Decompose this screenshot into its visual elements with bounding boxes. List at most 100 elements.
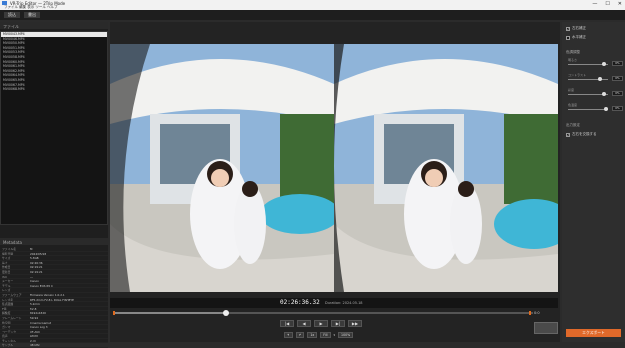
video-preview[interactable] — [110, 44, 558, 292]
slider-thumb[interactable] — [604, 107, 609, 111]
slider-thumb[interactable] — [602, 92, 607, 96]
metadata-value: Firmware Version 1.0.2.1 — [30, 292, 65, 297]
slider-value[interactable]: 0% — [612, 106, 623, 111]
viewer: 02:26:36.32 Duration: 2024.05.18 0:0 |◀ … — [110, 22, 560, 342]
check-lr-correction[interactable]: ✓ 左右補正 — [566, 26, 586, 31]
metadata-key: ガンマ — [2, 325, 11, 329]
metadata-value: Cinema Gamut — [30, 320, 52, 325]
metadata-value: Canon — [30, 279, 39, 283]
section-output: 出力設定 — [566, 123, 580, 127]
mini-preview[interactable] — [534, 322, 558, 334]
slider-track[interactable] — [568, 77, 608, 81]
adjust-slider[interactable]: 彩度 0% — [568, 88, 623, 96]
metadata-key: 解像度 — [2, 311, 11, 315]
toolbar: 読込 書出 — [0, 10, 625, 20]
metadata-value: 48 kHz — [30, 343, 40, 348]
checkbox-icon[interactable] — [566, 35, 570, 40]
fit-select[interactable]: Fill — [320, 332, 331, 338]
adjust-slider[interactable]: 明るさ 0% — [568, 58, 623, 66]
fast-forward-button[interactable]: ▶▶ — [348, 320, 362, 327]
metadata-key: フレームレート — [2, 315, 22, 320]
metadata-value: 5.3GB — [30, 256, 39, 260]
slider-value[interactable]: 0% — [612, 91, 623, 96]
metadata-key: 長さ — [2, 260, 8, 265]
check-level-label: 水平補正 — [572, 35, 586, 39]
step-back-button[interactable]: ◀ — [297, 320, 311, 327]
metadata-key: レンズ — [2, 288, 11, 292]
tab-import[interactable]: 読込 — [4, 12, 20, 18]
metadata-key: F値 — [2, 306, 7, 311]
slider-thumb[interactable] — [598, 77, 603, 81]
slider-label: 明るさ — [568, 58, 578, 62]
metadata-key: メーカー — [2, 279, 14, 283]
metadata-header: Metadata — [0, 238, 108, 245]
metadata-value: 02:26:36 — [30, 260, 43, 265]
seek-label: 0:0 — [534, 311, 540, 315]
metadata-value — [30, 288, 108, 292]
skip-start-button[interactable]: |◀ — [280, 320, 294, 327]
maximize-button[interactable]: ☐ — [605, 1, 609, 7]
metadata-value: --- — [30, 274, 34, 279]
seek-handle[interactable] — [223, 310, 230, 316]
metadata-panel: Metadata ファイル名 M 撮影日時 2024/05/18 サイズ 5.3GB 長さ 0… — [0, 238, 108, 348]
metadata-key: ファイル名 — [2, 247, 16, 251]
file-item[interactable]: MVI0068.MP4 — [1, 87, 107, 92]
fisheye-scene-right — [334, 44, 558, 292]
checkbox-icon[interactable]: ✓ — [566, 26, 570, 31]
metadata-key: モデル — [2, 283, 11, 288]
slider-value[interactable]: 0% — [612, 76, 623, 81]
metadata-key: ファームウェア — [2, 292, 22, 297]
metadata-value: 02:19:21 — [30, 265, 43, 269]
slider-value[interactable]: 0% — [612, 61, 623, 66]
skip-end-button[interactable]: ▶| — [331, 320, 345, 327]
file-list[interactable]: MVI0043.MP4 MVI0046.MP4 MVI0050.MP4 MVI0051… — [0, 31, 108, 225]
metadata-value: LPCM — [30, 334, 38, 338]
metadata-value: Canon Log 3 — [30, 325, 48, 329]
metadata-key: サンプル — [2, 343, 14, 348]
tab-export[interactable]: 書出 — [24, 12, 40, 18]
timecode: 02:26:36.32 — [280, 299, 320, 306]
check-swap-eyes[interactable]: ✓ 左右を交換する — [566, 132, 597, 137]
metadata-value: 59.94 — [30, 315, 39, 320]
slider-track[interactable] — [568, 62, 608, 66]
slider-track[interactable] — [568, 92, 608, 96]
slider-label: 彩度 — [568, 88, 575, 92]
left-eye-view — [110, 44, 334, 292]
mark-in-button[interactable]: ↰ — [284, 332, 293, 338]
metadata-key: ISO — [2, 274, 7, 279]
zoom-select[interactable]: 100% — [338, 332, 354, 338]
section-color: 色調調整 — [566, 50, 580, 54]
check-lr-label: 左右補正 — [572, 26, 586, 30]
speed-select[interactable]: 1x — [307, 332, 318, 338]
check-swap-label: 左右を交換する — [572, 132, 597, 136]
export-button[interactable]: エクスポート — [566, 329, 621, 337]
slider-track[interactable] — [568, 107, 609, 111]
slider-thumb[interactable] — [602, 62, 607, 66]
metadata-key: サイズ — [2, 256, 11, 260]
checkbox-icon[interactable]: ✓ — [566, 132, 570, 137]
metadata-value: M — [30, 247, 33, 251]
metadata-key: 色空間 — [2, 320, 11, 325]
timecode-bar: 02:26:36.32 Duration: 2024.05.18 — [110, 298, 558, 308]
adjust-slider[interactable]: コントラスト 0% — [568, 73, 623, 81]
transport-controls: |◀ ◀ ▶ ▶| ▶▶ — [280, 320, 362, 327]
slider-label: コントラスト — [568, 73, 586, 77]
in-marker[interactable] — [113, 311, 115, 315]
metadata-value: 8192x4320 — [30, 311, 46, 315]
mark-out-button[interactable]: ↱ — [295, 332, 305, 338]
metadata-value: 2024/05/18 — [30, 251, 47, 256]
metadata-key: 音声 — [2, 334, 8, 338]
metadata-key: レンズ名 — [2, 297, 14, 302]
adjust-slider[interactable]: 色温度 0% — [568, 103, 623, 111]
seek-progress — [113, 312, 227, 314]
metadata-key: コーデック — [2, 329, 16, 334]
close-button[interactable]: ✕ — [618, 1, 622, 7]
minimize-button[interactable]: — — [592, 1, 597, 7]
out-marker[interactable] — [528, 311, 531, 315]
metadata-table: ファイル名 M 撮影日時 2024/05/18 サイズ 5.3GB 長さ 02:26:36 作成… — [0, 247, 108, 348]
seek-bar[interactable] — [113, 310, 533, 316]
duration-label: Duration: 2024.05.18 — [325, 300, 363, 305]
play-button[interactable]: ▶ — [314, 320, 328, 327]
right-panel: ✓ 左右補正 水平補正 色調調整 明るさ 0% コントラスト 0% 彩度 0% 色温度 0% … — [562, 22, 625, 342]
check-level-correction[interactable]: 水平補正 — [566, 35, 586, 40]
